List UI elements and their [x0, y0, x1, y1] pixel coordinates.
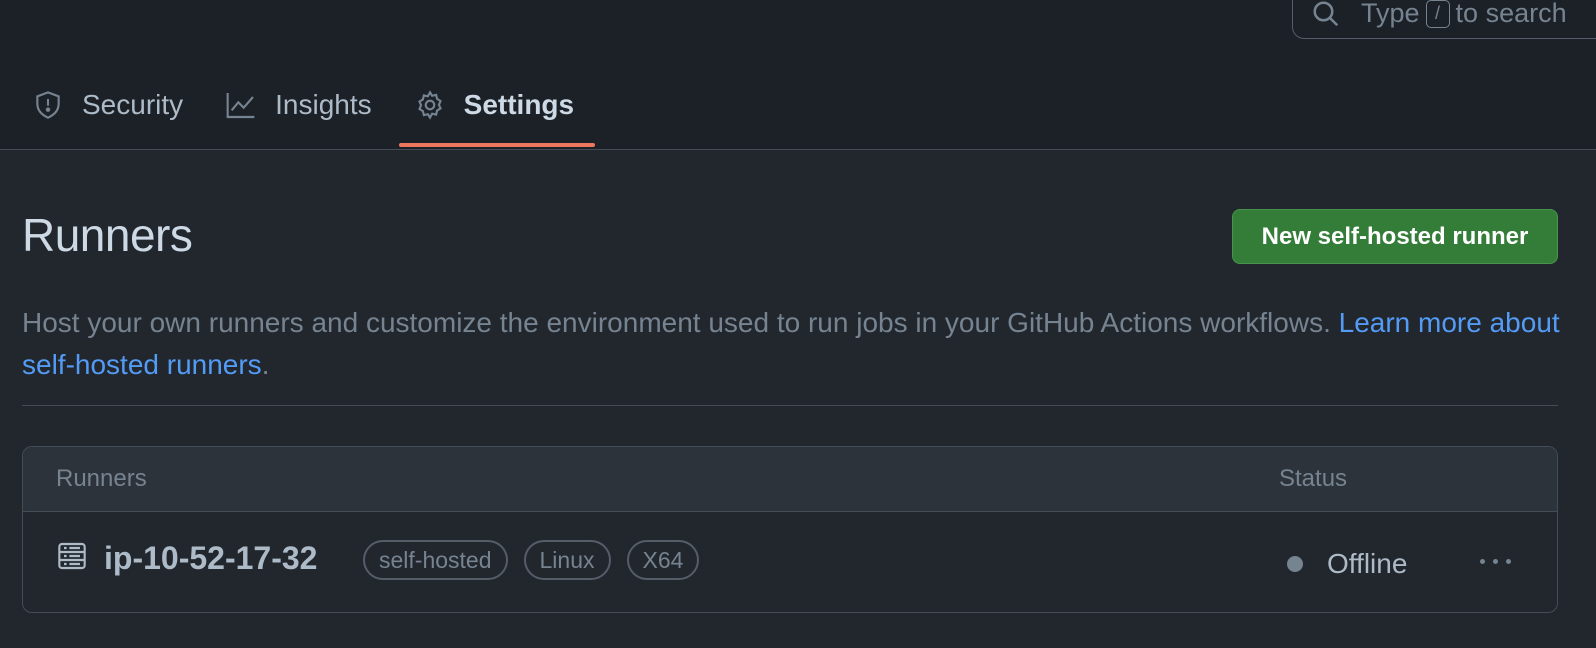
kebab-menu-icon[interactable]	[1471, 546, 1519, 576]
search-icon	[1313, 1, 1339, 26]
shield-icon	[36, 91, 60, 119]
tab-settings[interactable]: Settings	[398, 80, 596, 147]
search-shortcut-key: /	[1425, 0, 1450, 28]
runner-name[interactable]: ip-10-52-17-32	[104, 540, 317, 577]
header-status: Status	[1279, 465, 1348, 492]
tab-label: Settings	[463, 89, 575, 120]
tab-insights[interactable]: Insights	[215, 80, 388, 130]
runner-labels: self-hosted Linux X64	[363, 540, 715, 580]
description-period: .	[261, 349, 270, 380]
tab-label: Insights	[275, 89, 372, 120]
tab-label: Security	[82, 89, 184, 120]
new-runner-button[interactable]: New self-hosted runner	[1232, 209, 1558, 264]
server-icon	[58, 542, 86, 570]
runner-label: X64	[626, 540, 700, 580]
search-suffix: to search	[1455, 0, 1567, 28]
table-header: Runners Status	[23, 447, 1557, 512]
runner-label: Linux	[523, 540, 611, 580]
page-description: Host your own runners and customize the …	[22, 302, 1562, 386]
search-prefix: Type	[1361, 0, 1420, 28]
description-text: Host your own runners and customize the …	[22, 307, 1331, 338]
runner-status: Offline	[1287, 548, 1407, 580]
divider	[22, 405, 1558, 406]
status-dot-icon	[1287, 556, 1303, 572]
runners-table: Runners Status ip-10-52-17-32 self-hoste…	[22, 446, 1558, 613]
table-row: ip-10-52-17-32 self-hosted Linux X64 Off…	[23, 512, 1557, 612]
repo-header: Type / to search Security Insights Setti…	[0, 0, 1596, 150]
tab-security[interactable]: Security	[22, 80, 199, 130]
repo-tabs: Security Insights Settings	[22, 80, 606, 147]
graph-icon	[226, 93, 255, 119]
page-title: Runners	[22, 209, 193, 261]
runner-label: self-hosted	[363, 540, 508, 580]
search-input[interactable]: Type / to search	[1292, 0, 1596, 39]
header-runners: Runners	[56, 465, 147, 492]
gear-icon	[417, 90, 442, 120]
status-text: Offline	[1327, 548, 1408, 579]
